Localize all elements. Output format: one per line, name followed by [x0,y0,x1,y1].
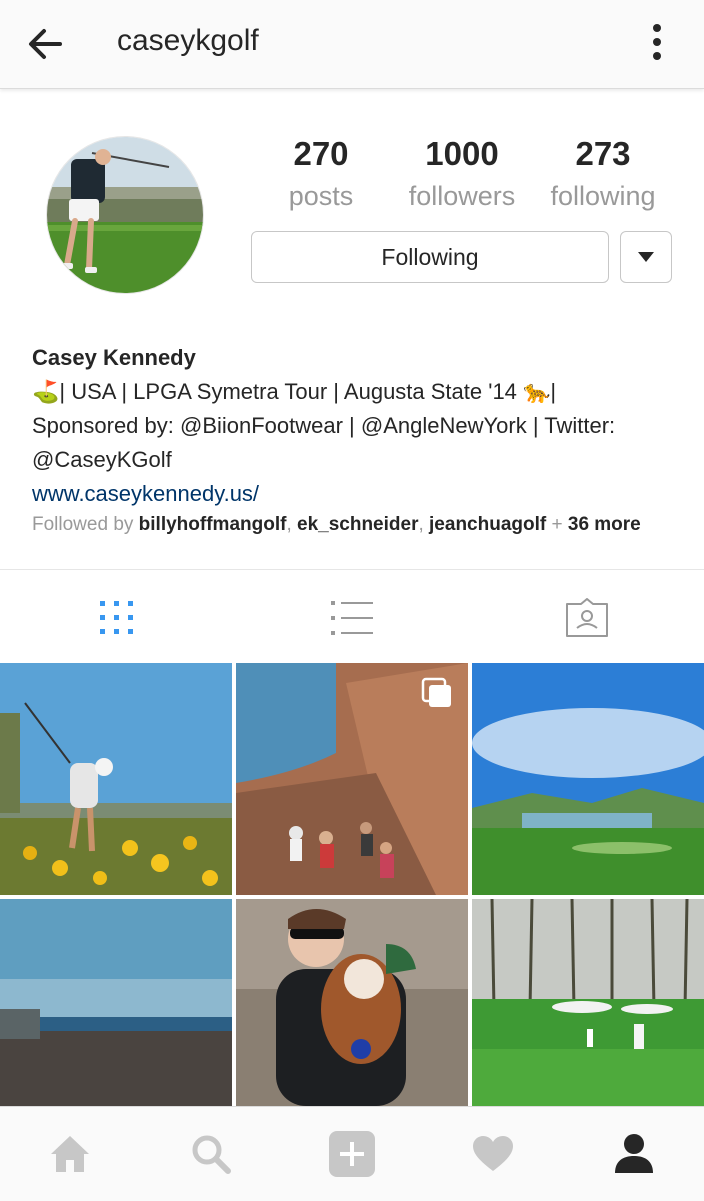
follower-name[interactable]: jeanchuagolf [429,514,546,535]
nav-profile[interactable] [604,1127,664,1181]
avatar-photo [47,137,203,293]
tagged-photos-icon [566,598,608,637]
tab-divider [0,569,704,570]
post-image [0,663,232,895]
back-arrow-icon [29,29,62,59]
nav-home[interactable] [40,1127,100,1181]
heart-icon [473,1136,513,1171]
suggestions-dropdown-button[interactable] [620,231,672,283]
post-image [236,899,468,1106]
top-bar: caseykgolf [0,0,704,89]
bio-line-2: Sponsored by: @BiionFootwear | @AngleNew… [32,413,616,438]
posts-count: 270 [293,135,349,172]
stat-following[interactable]: 273 following [533,132,673,216]
photo-grid [0,663,704,1106]
caret-down-icon [638,252,654,262]
post-image [472,899,704,1106]
followers-label: followers [408,181,516,211]
post-image [472,663,704,895]
profile-icon [615,1134,653,1173]
tab-grid[interactable] [87,590,147,646]
following-label: following [550,181,656,211]
follower-name[interactable]: ek_schneider [297,514,418,535]
website-link[interactable]: www.caseykennedy.us/ [32,477,682,511]
profile-full-name: Casey Kennedy [32,345,196,370]
nav-activity[interactable] [463,1127,523,1181]
profile-bio: Casey Kennedy ⛳| USA | LPGA Symetra Tour… [32,341,682,511]
bottom-navigation [0,1106,704,1201]
nav-new-post[interactable] [322,1127,382,1181]
followed-by-line[interactable]: Followed by billyhoffmangolf, ek_schneid… [32,511,641,539]
followers-count: 1000 [425,135,499,172]
profile-avatar[interactable] [47,137,203,293]
grid-icon [100,601,133,634]
nav-search[interactable] [181,1127,241,1181]
tab-list[interactable] [322,590,382,646]
post-thumbnail[interactable] [0,663,232,895]
follower-name[interactable]: billyhoffmangolf [139,514,287,535]
more-vertical-icon [653,24,661,60]
multiple-photos-icon [421,677,451,707]
followed-more-sep: + [546,514,568,535]
following-button[interactable]: Following [251,231,609,283]
post-thumbnail[interactable] [236,899,468,1106]
post-image [0,899,232,1106]
followed-by-prefix: Followed by [32,514,139,535]
post-thumbnail[interactable] [0,899,232,1106]
post-thumbnail[interactable] [472,663,704,895]
home-icon [51,1136,89,1172]
add-icon [329,1131,375,1177]
post-thumbnail[interactable] [236,663,468,895]
options-menu-button[interactable] [636,20,678,68]
tab-tagged[interactable] [557,590,617,646]
profile-username-title: caseykgolf [117,24,259,57]
back-button[interactable] [20,20,74,68]
followed-more-count[interactable]: 36 more [568,514,641,535]
posts-label: posts [288,181,354,211]
following-count: 273 [575,135,631,172]
bio-line-1: ⛳| USA | LPGA Symetra Tour | Augusta Sta… [32,379,557,404]
bio-line-3[interactable]: @CaseyKGolf [32,443,682,477]
stat-followers[interactable]: 1000 followers [392,132,532,216]
search-icon [192,1135,231,1174]
list-icon [331,601,373,635]
stat-posts[interactable]: 270 posts [251,132,391,216]
post-thumbnail[interactable] [472,899,704,1106]
